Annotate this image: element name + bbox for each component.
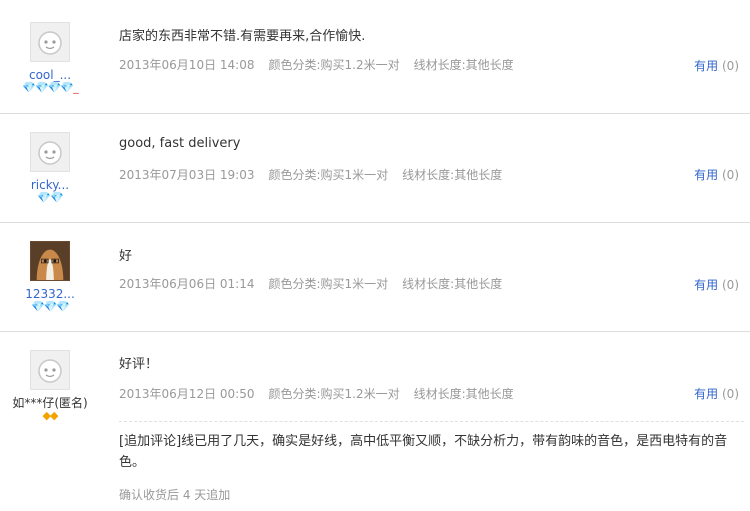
review-date: 2013年06月12日 00:50: [119, 387, 255, 401]
review-meta: 2013年06月06日 01:14 颜色分类:购买1米一对 线材长度:其他长度: [119, 275, 502, 292]
default-avatar-icon: [38, 141, 62, 165]
append-divider: [119, 421, 744, 422]
avatar[interactable]: [30, 132, 70, 172]
useful-label[interactable]: 有用: [694, 59, 718, 73]
sku-color: 颜色分类:购买1米一对: [268, 168, 389, 182]
rank-gem-icon: 💎💎💎💎_: [22, 81, 78, 94]
dog-photo-icon: [31, 242, 69, 280]
reviewer-info: 如***仔(匿名) ◆◆: [0, 350, 100, 424]
review-text: good, fast delivery: [119, 136, 241, 151]
sku-color: 颜色分类:购买1米一对: [268, 277, 389, 291]
useful-label[interactable]: 有用: [694, 278, 718, 292]
useful-count: (0): [722, 387, 739, 401]
useful-label[interactable]: 有用: [694, 168, 718, 182]
review-meta: 2013年06月12日 00:50 颜色分类:购买1.2米一对 线材长度:其他长度: [119, 385, 514, 402]
rank-gem-icon: 💎💎💎: [30, 300, 70, 313]
avatar[interactable]: [30, 22, 70, 62]
append-note: 确认收货后 4 天追加: [119, 488, 231, 502]
review-text: 店家的东西非常不错.有需要再来,合作愉快.: [119, 29, 366, 44]
sku-color: 颜色分类:购买1.2米一对: [268, 387, 400, 401]
useful-button[interactable]: 有用 (0): [694, 276, 739, 293]
rank-icons: 💎💎💎💎_: [0, 82, 100, 96]
default-avatar-icon: [38, 31, 62, 55]
review-date: 2013年07月03日 19:03: [119, 168, 255, 182]
avatar[interactable]: [30, 350, 70, 390]
reviewer-info: cool_... 💎💎💎💎_: [0, 22, 100, 96]
review-item: cool_... 💎💎💎💎_ 店家的东西非常不错.有需要再来,合作愉快. 201…: [0, 0, 750, 113]
useful-button[interactable]: 有用 (0): [694, 57, 739, 74]
reviewer-name[interactable]: cool_...: [0, 68, 100, 82]
useful-count: (0): [722, 59, 739, 73]
useful-button[interactable]: 有用 (0): [694, 385, 739, 402]
useful-count: (0): [722, 278, 739, 292]
sku-color: 颜色分类:购买1.2米一对: [268, 58, 400, 72]
rank-diamond-icon: ◆◆: [42, 409, 59, 422]
append-review-text: [追加评论]线已用了几天，确实是好线，高中低平衡又顺，不缺分析力，带有韵味的音色…: [119, 434, 728, 470]
review-meta: 2013年07月03日 19:03 颜色分类:购买1米一对 线材长度:其他长度: [119, 166, 502, 183]
rank-icons: 💎💎: [0, 192, 100, 206]
sku-length: 线材长度:其他长度: [402, 277, 503, 291]
review-item: 如***仔(匿名) ◆◆ 好评！ 2013年06月12日 00:50 颜色分类:购…: [0, 332, 750, 511]
default-avatar-icon: [38, 359, 62, 383]
reviewer-name: 如***仔(匿名): [12, 396, 88, 410]
avatar[interactable]: [30, 241, 70, 281]
useful-count: (0): [722, 168, 739, 182]
rank-icons: 💎💎💎: [0, 301, 100, 315]
sku-length: 线材长度:其他长度: [413, 387, 514, 401]
review-meta: 2013年06月10日 14:08 颜色分类:购买1.2米一对 线材长度:其他长度: [119, 56, 514, 73]
sku-length: 线材长度:其他长度: [402, 168, 503, 182]
reviewer-info: 12332... 💎💎💎: [0, 241, 100, 315]
useful-label[interactable]: 有用: [694, 387, 718, 401]
rank-gem-icon: 💎💎: [37, 191, 63, 204]
review-text: 好评！: [119, 357, 159, 372]
review-date: 2013年06月10日 14:08: [119, 58, 255, 72]
sku-length: 线材长度:其他长度: [413, 58, 514, 72]
review-item: 12332... 💎💎💎 好 2013年06月06日 01:14 颜色分类:购买1…: [0, 223, 750, 331]
reviewer-name[interactable]: ricky...: [0, 178, 100, 192]
review-item: ricky... 💎💎 good, fast delivery 2013年07月…: [0, 114, 750, 222]
review-date: 2013年06月06日 01:14: [119, 277, 255, 291]
rank-icons: ◆◆: [0, 410, 100, 424]
useful-button[interactable]: 有用 (0): [694, 166, 739, 183]
reviewer-info: ricky... 💎💎: [0, 132, 100, 206]
reviewer-name[interactable]: 12332...: [0, 287, 100, 301]
review-list: cool_... 💎💎💎💎_ 店家的东西非常不错.有需要再来,合作愉快. 201…: [0, 0, 750, 511]
review-text: 好: [119, 249, 133, 264]
